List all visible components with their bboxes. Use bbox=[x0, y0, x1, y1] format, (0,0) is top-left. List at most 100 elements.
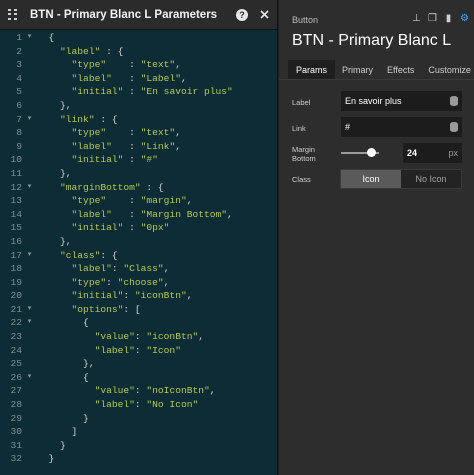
code-line[interactable]: 31 } bbox=[0, 439, 277, 453]
code-line[interactable]: 12 ▾ "marginBottom" : { bbox=[0, 181, 277, 195]
line-number: 12 bbox=[10, 181, 22, 193]
tab-primary[interactable]: Primary bbox=[335, 60, 380, 79]
fold-toggle-icon bbox=[22, 384, 37, 398]
fold-toggle-icon[interactable]: ▾ bbox=[22, 316, 37, 330]
label-input[interactable]: En savoir plus bbox=[341, 91, 462, 111]
tab-params[interactable]: Params bbox=[288, 60, 336, 79]
line-number: 3 bbox=[16, 59, 22, 71]
code-text: : bbox=[106, 127, 141, 139]
margin-slider-thumb[interactable] bbox=[367, 148, 377, 157]
code-line[interactable]: 10 "initial" : "#" bbox=[0, 153, 277, 167]
fold-toggle-icon bbox=[22, 289, 37, 303]
line-number: 30 bbox=[10, 426, 22, 438]
code-string: "label" bbox=[71, 140, 112, 152]
class-option-no-icon[interactable]: No Icon bbox=[401, 170, 461, 188]
code-string: "link" bbox=[60, 113, 95, 125]
code-line[interactable]: 18 "label": "Class", bbox=[0, 262, 277, 276]
fold-toggle-icon[interactable]: ▾ bbox=[22, 249, 37, 263]
line-number: 29 bbox=[10, 412, 22, 424]
code-text: } bbox=[37, 412, 89, 424]
pin-icon[interactable]: ⊥ bbox=[411, 13, 422, 24]
code-text: : bbox=[123, 222, 141, 234]
drag-handle-icon[interactable] bbox=[8, 8, 18, 21]
tab-customize[interactable]: Customize bbox=[421, 60, 474, 79]
link-input[interactable]: # bbox=[341, 117, 462, 137]
code-line[interactable]: 13 "type" : "margin", bbox=[0, 194, 277, 208]
code-line[interactable]: 19 "type": "choose", bbox=[0, 276, 277, 290]
code-line[interactable]: 21 ▾ "options": [ bbox=[0, 303, 277, 317]
fold-toggle-icon[interactable]: ▾ bbox=[22, 181, 37, 195]
code-area[interactable]: 1 ▾ {2 "label" : {3 "type" : "text", 4 "la… bbox=[0, 31, 277, 475]
margin-field-label: Margin Bottom bbox=[292, 145, 316, 163]
code-line[interactable]: 4 "label" : "Label", bbox=[0, 72, 277, 86]
duplicate-icon[interactable]: ❐ bbox=[427, 13, 438, 24]
code-line[interactable]: 20 "initial": "iconBtn", bbox=[0, 289, 277, 303]
fold-toggle-icon[interactable]: ▾ bbox=[22, 31, 37, 45]
code-line[interactable]: 6 }, bbox=[0, 99, 277, 113]
margin-unit[interactable]: px bbox=[448, 143, 458, 163]
code-line[interactable]: 7 ▾ "link" : { bbox=[0, 113, 277, 127]
class-option-icon[interactable]: Icon bbox=[341, 170, 401, 188]
delete-icon[interactable]: ▮ bbox=[443, 13, 454, 24]
code-string: "iconBtn" bbox=[134, 290, 187, 302]
code-line[interactable]: 11 }, bbox=[0, 167, 277, 181]
code-string: "En savoir plus" bbox=[140, 86, 233, 98]
line-number: 5 bbox=[16, 86, 22, 98]
help-icon: ? bbox=[236, 8, 248, 21]
fold-toggle-icon[interactable]: ▾ bbox=[22, 113, 37, 127]
code-line[interactable]: 32 } bbox=[0, 452, 277, 466]
code-line[interactable]: 3 "type" : "text", bbox=[0, 58, 277, 72]
code-line[interactable]: 24 "label": "Icon" bbox=[0, 344, 277, 358]
code-line[interactable]: 23 "value": "iconBtn", bbox=[0, 330, 277, 344]
code-line[interactable]: 22 ▾ { bbox=[0, 316, 277, 330]
code-line[interactable]: 25 }, bbox=[0, 357, 277, 371]
code-line[interactable]: 16 }, bbox=[0, 235, 277, 249]
code-string: "choose" bbox=[117, 276, 164, 288]
database-icon[interactable] bbox=[450, 96, 458, 106]
code-line[interactable]: 15 "initial" : "0px" bbox=[0, 221, 277, 235]
code-line[interactable]: 8 "type" : "text", bbox=[0, 126, 277, 140]
fold-toggle-icon bbox=[22, 398, 37, 412]
code-text: : bbox=[111, 263, 124, 275]
code-line[interactable]: 27 "value": "noIconBtn", bbox=[0, 384, 277, 398]
code-string: "label" bbox=[71, 72, 112, 84]
code-line[interactable]: 5 "initial" : "En savoir plus" bbox=[0, 85, 277, 99]
code-line[interactable]: 2 "label" : { bbox=[0, 45, 277, 59]
code-text: , bbox=[186, 290, 193, 302]
code-text: : bbox=[111, 208, 141, 220]
code-line[interactable]: 29 } bbox=[0, 412, 277, 426]
margin-number-input[interactable]: 24 px bbox=[403, 143, 462, 163]
fold-toggle-icon[interactable]: ▾ bbox=[22, 303, 37, 317]
database-icon[interactable] bbox=[450, 122, 458, 132]
code-text: : bbox=[106, 59, 141, 71]
code-string: "type" bbox=[71, 59, 107, 71]
code-string: "value" bbox=[94, 385, 135, 397]
code-line[interactable]: 17 ▾ "class": { bbox=[0, 249, 277, 263]
code-line[interactable]: 9 "label" : "Link", bbox=[0, 140, 277, 154]
settings-icon[interactable]: ⚙ bbox=[459, 13, 470, 24]
fold-toggle-icon bbox=[22, 58, 37, 72]
help-button[interactable]: ? bbox=[235, 8, 249, 22]
code-line[interactable]: 14 "label" : "Margin Bottom", bbox=[0, 208, 277, 222]
code-text: : { bbox=[94, 113, 118, 125]
code-text: : bbox=[123, 86, 141, 98]
line-number: 19 bbox=[10, 276, 22, 288]
code-string: "No Icon" bbox=[146, 399, 199, 411]
code-line[interactable]: 1 ▾ { bbox=[0, 31, 277, 45]
code-line[interactable]: 30 ] bbox=[0, 425, 277, 439]
code-line[interactable]: 26 ▾ { bbox=[0, 371, 277, 385]
fold-toggle-icon bbox=[22, 194, 37, 208]
code-string: "initial" bbox=[71, 86, 124, 98]
code-line[interactable]: 28 "label": "No Icon" bbox=[0, 398, 277, 412]
close-button[interactable] bbox=[257, 8, 271, 22]
fold-toggle-icon[interactable]: ▾ bbox=[22, 371, 37, 385]
tab-effects[interactable]: Effects bbox=[380, 60, 421, 79]
code-text: , bbox=[209, 385, 216, 397]
margin-value: 24 bbox=[407, 148, 418, 158]
fold-toggle-icon bbox=[22, 357, 37, 371]
